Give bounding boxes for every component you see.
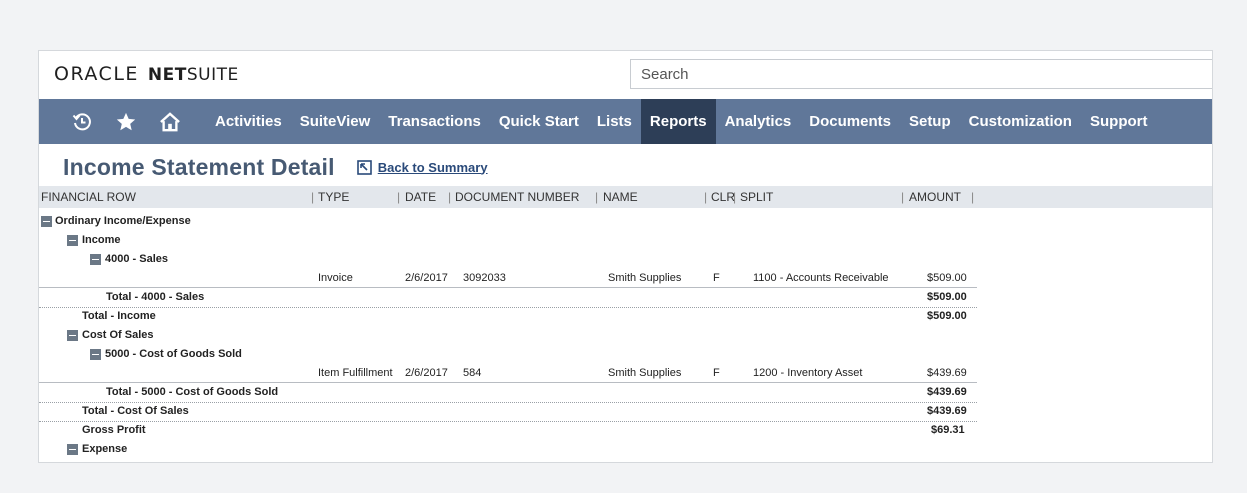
global-search bbox=[630, 59, 1212, 89]
cell-name[interactable]: Smith Supplies bbox=[608, 272, 681, 284]
table-row: Gross Profit $69.31 bbox=[39, 421, 977, 440]
back-to-summary-icon[interactable] bbox=[356, 159, 372, 175]
cell-type[interactable]: Item Fulfillment bbox=[318, 367, 393, 379]
cell-amount[interactable]: $439.69 bbox=[927, 367, 967, 379]
cell-type[interactable]: Invoice bbox=[318, 272, 353, 284]
home-icon[interactable] bbox=[148, 99, 192, 144]
collapse-icon[interactable] bbox=[67, 235, 78, 246]
cell-amount: $509.00 bbox=[927, 310, 967, 322]
row-label: Gross Profit bbox=[82, 424, 146, 436]
col-separator: | bbox=[448, 190, 452, 204]
search-input[interactable] bbox=[631, 60, 1212, 88]
row-label: 4000 - Sales bbox=[105, 253, 168, 265]
col-separator: | bbox=[397, 190, 401, 204]
cell-amount: $439.69 bbox=[927, 386, 967, 398]
col-separator: | bbox=[311, 190, 315, 204]
table-row: Cost Of Sales bbox=[39, 326, 977, 345]
logo-net: NET bbox=[147, 65, 187, 85]
table-row: 4000 - Sales bbox=[39, 250, 977, 269]
nav-setup[interactable]: Setup bbox=[900, 99, 960, 144]
cell-amount: $69.31 bbox=[931, 424, 965, 436]
col-date[interactable]: DATE bbox=[405, 190, 436, 204]
cell-clr: F bbox=[713, 367, 720, 379]
collapse-icon[interactable] bbox=[67, 330, 78, 341]
col-separator: | bbox=[595, 190, 599, 204]
cell-date: 2/6/2017 bbox=[405, 272, 448, 284]
cell-amount: $439.69 bbox=[927, 405, 967, 417]
cell-date: 2/6/2017 bbox=[405, 367, 448, 379]
col-separator: | bbox=[971, 190, 975, 204]
col-split[interactable]: SPLIT bbox=[740, 190, 773, 204]
top-bar: ORACLE NET SUITE bbox=[39, 51, 1212, 98]
col-amount[interactable]: AMOUNT bbox=[909, 190, 961, 204]
table-row: Item Fulfillment 2/6/2017 584 Smith Supp… bbox=[39, 364, 977, 383]
row-label: Total - 4000 - Sales bbox=[106, 291, 205, 303]
cell-clr: F bbox=[713, 272, 720, 284]
main-nav: Activities SuiteView Transactions Quick … bbox=[39, 99, 1212, 144]
nav-quick-start[interactable]: Quick Start bbox=[490, 99, 588, 144]
back-to-summary-link[interactable]: Back to Summary bbox=[378, 160, 488, 175]
cell-name[interactable]: Smith Supplies bbox=[608, 367, 681, 379]
cell-amount[interactable]: $509.00 bbox=[927, 272, 967, 284]
nav-activities[interactable]: Activities bbox=[206, 99, 291, 144]
table-row: Invoice 2/6/2017 3092033 Smith Supplies … bbox=[39, 269, 977, 288]
col-type[interactable]: TYPE bbox=[318, 190, 349, 204]
collapse-icon[interactable] bbox=[90, 254, 101, 265]
row-label: Total - Cost Of Sales bbox=[82, 405, 189, 417]
table-row: Income bbox=[39, 231, 977, 250]
table-row: Total - 5000 - Cost of Goods Sold $439.6… bbox=[39, 382, 977, 403]
history-icon[interactable] bbox=[60, 99, 104, 144]
cell-document-number[interactable]: 584 bbox=[463, 367, 481, 379]
cell-split: 1200 - Inventory Asset bbox=[753, 367, 863, 379]
collapse-icon[interactable] bbox=[41, 216, 52, 227]
row-label: Total - 5000 - Cost of Goods Sold bbox=[106, 386, 279, 398]
star-icon[interactable] bbox=[104, 99, 148, 144]
nav-analytics[interactable]: Analytics bbox=[716, 99, 801, 144]
cell-amount: $509.00 bbox=[927, 291, 967, 303]
report-window: ORACLE NET SUITE Activities SuiteView Tr… bbox=[38, 50, 1213, 463]
column-header: FINANCIAL ROW | TYPE | DATE | DOCUMENT N… bbox=[39, 186, 1212, 208]
nav-lists[interactable]: Lists bbox=[588, 99, 641, 144]
col-separator: | bbox=[901, 190, 905, 204]
col-name[interactable]: NAME bbox=[603, 190, 638, 204]
cell-split: 1100 - Accounts Receivable bbox=[753, 272, 889, 284]
logo-suite: SUITE bbox=[186, 65, 239, 85]
nav-reports[interactable]: Reports bbox=[640, 99, 716, 144]
table-row: 5000 - Cost of Goods Sold bbox=[39, 345, 977, 364]
table-row: Total - Cost Of Sales $439.69 bbox=[39, 402, 977, 422]
nav-support[interactable]: Support bbox=[1081, 99, 1157, 144]
collapse-icon[interactable] bbox=[67, 444, 78, 455]
nav-documents[interactable]: Documents bbox=[800, 99, 900, 144]
nav-transactions[interactable]: Transactions bbox=[379, 99, 490, 144]
table-row: Total - 4000 - Sales $509.00 bbox=[39, 287, 977, 308]
col-clr[interactable]: CLR bbox=[711, 190, 735, 204]
row-label: Income bbox=[82, 234, 121, 246]
table-row: Total - Income $509.00 bbox=[39, 307, 977, 326]
table-row: Expense bbox=[39, 440, 977, 459]
nav-suiteview[interactable]: SuiteView bbox=[291, 99, 380, 144]
col-document-number[interactable]: DOCUMENT NUMBER bbox=[455, 190, 579, 204]
table-row: Ordinary Income/Expense bbox=[39, 212, 977, 231]
logo-oracle: ORACLE bbox=[54, 63, 139, 85]
row-label: Total - Income bbox=[82, 310, 156, 322]
title-row: Income Statement Detail Back to Summary bbox=[63, 150, 488, 184]
row-label: 5000 - Cost of Goods Sold bbox=[105, 348, 242, 360]
netsuite-logo[interactable]: ORACLE NET SUITE bbox=[54, 63, 239, 87]
col-separator: | bbox=[704, 190, 708, 204]
row-label: Cost Of Sales bbox=[82, 329, 154, 341]
nav-customization[interactable]: Customization bbox=[960, 99, 1081, 144]
cell-document-number[interactable]: 3092033 bbox=[463, 272, 506, 284]
page-title: Income Statement Detail bbox=[63, 153, 335, 180]
row-label: Expense bbox=[82, 443, 128, 455]
col-financial-row[interactable]: FINANCIAL ROW bbox=[41, 190, 136, 204]
collapse-icon[interactable] bbox=[90, 349, 101, 360]
col-separator: | bbox=[733, 190, 737, 204]
row-label: Ordinary Income/Expense bbox=[55, 215, 191, 227]
